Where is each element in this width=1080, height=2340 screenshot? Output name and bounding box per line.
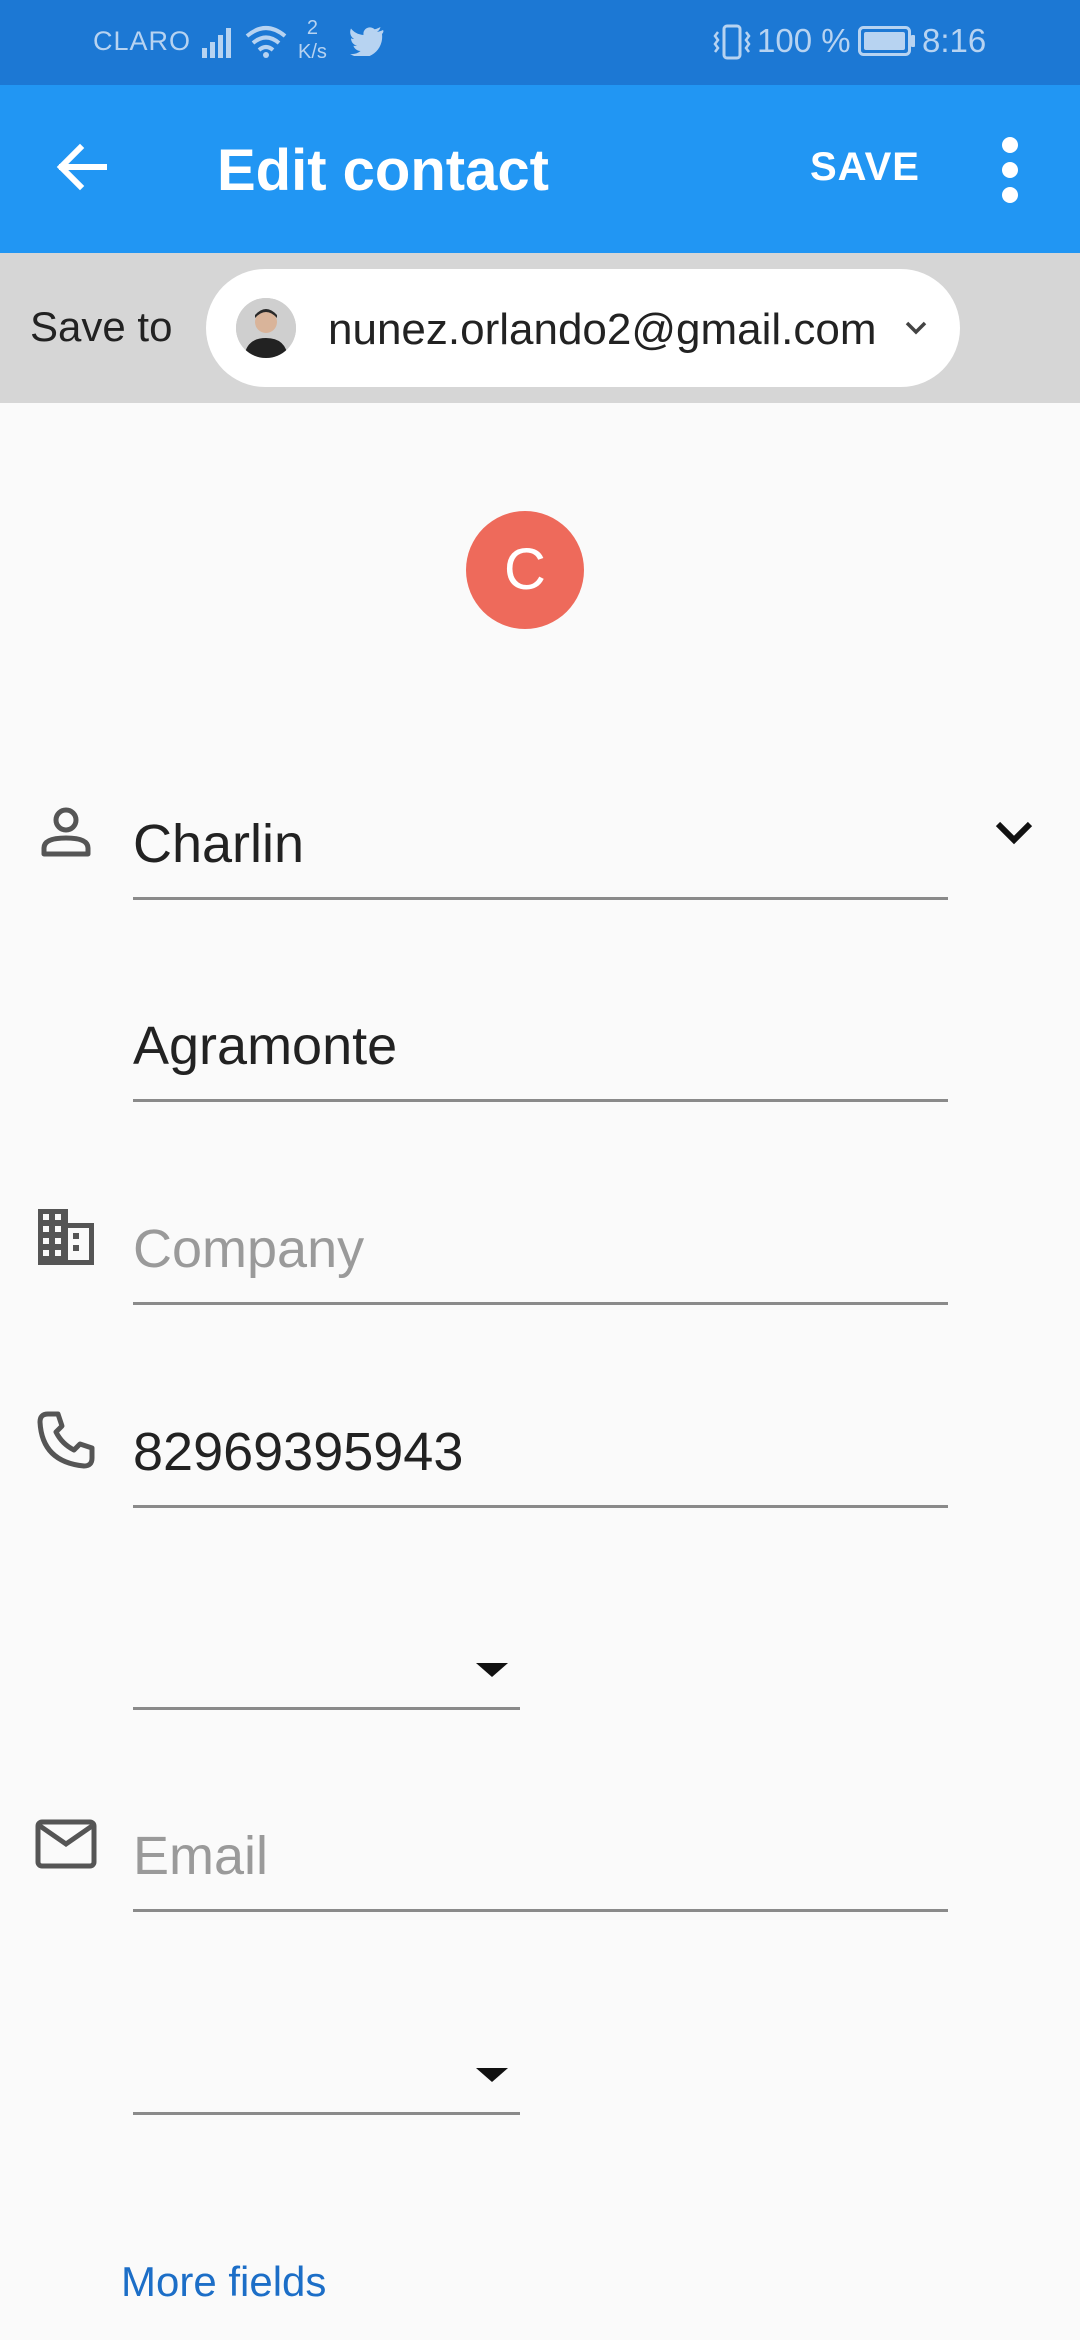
email-type-dropdown[interactable] bbox=[133, 2052, 520, 2115]
expand-name-chevron-icon[interactable] bbox=[990, 812, 1038, 857]
vibrate-icon bbox=[712, 24, 752, 65]
dropdown-caret-icon bbox=[476, 2068, 508, 2082]
last-name-field[interactable]: Agramonte bbox=[133, 999, 948, 1102]
more-options-icon[interactable] bbox=[990, 135, 1030, 205]
save-to-bar: Save to nunez.orlando2@gmail.com bbox=[0, 253, 1080, 403]
back-arrow-icon[interactable] bbox=[50, 135, 114, 199]
signal-icon bbox=[202, 24, 238, 63]
battery-percent: 100 % bbox=[757, 22, 851, 59]
save-to-label: Save to bbox=[30, 303, 173, 350]
clock: 8:16 bbox=[922, 22, 987, 59]
email-icon bbox=[34, 1812, 98, 1876]
company-field[interactable]: Company bbox=[133, 1202, 948, 1305]
page-title: Edit contact bbox=[217, 138, 549, 203]
network-speed-unit: K/s bbox=[298, 41, 327, 63]
battery-icon bbox=[858, 26, 916, 61]
building-icon bbox=[34, 1205, 98, 1269]
first-name-value: Charlin bbox=[133, 814, 305, 874]
dropdown-caret-icon bbox=[476, 1663, 508, 1677]
status-bar: CLARO 2 K/s 100 % 8:16 bbox=[0, 0, 1080, 85]
more-fields-link[interactable]: More fields bbox=[121, 2258, 326, 2306]
twitter-icon bbox=[350, 26, 384, 61]
contact-avatar[interactable]: C bbox=[466, 511, 584, 629]
email-field[interactable]: Email bbox=[133, 1809, 948, 1912]
phone-icon bbox=[34, 1408, 98, 1472]
phone-type-dropdown[interactable] bbox=[133, 1647, 520, 1710]
first-name-field[interactable]: Charlin bbox=[133, 797, 948, 900]
last-name-value: Agramonte bbox=[133, 1016, 398, 1076]
wifi-icon bbox=[245, 24, 287, 63]
company-placeholder: Company bbox=[133, 1219, 365, 1279]
network-speed: 2 K/s bbox=[298, 16, 327, 64]
carrier-name: CLARO bbox=[93, 26, 192, 56]
app-bar: Edit contact SAVE bbox=[0, 85, 1080, 253]
account-email: nunez.orlando2@gmail.com bbox=[328, 305, 877, 354]
email-placeholder: Email bbox=[133, 1826, 269, 1886]
save-button[interactable]: SAVE bbox=[810, 145, 920, 190]
chevron-down-icon bbox=[902, 314, 930, 347]
phone-field[interactable]: 82969395943 bbox=[133, 1405, 948, 1508]
phone-value: 82969395943 bbox=[133, 1422, 464, 1482]
account-selector[interactable]: nunez.orlando2@gmail.com bbox=[206, 269, 960, 387]
person-icon bbox=[34, 800, 98, 864]
account-avatar bbox=[236, 298, 296, 358]
network-speed-value: 2 bbox=[306, 17, 319, 39]
